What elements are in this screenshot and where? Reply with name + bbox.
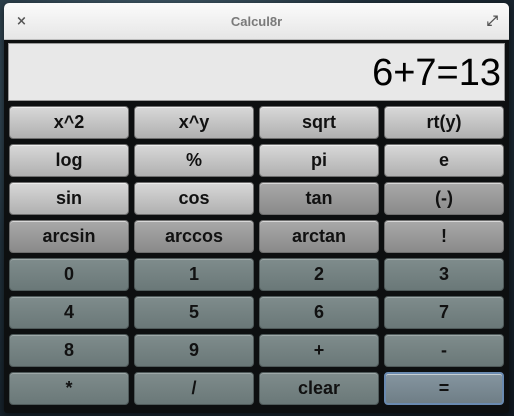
divide-button[interactable]: /	[134, 372, 254, 405]
arctan-button[interactable]: arctan	[259, 220, 379, 253]
multiply-button[interactable]: *	[9, 372, 129, 405]
sqrt-button[interactable]: sqrt	[259, 106, 379, 139]
display-text: 6+7=13	[372, 52, 501, 94]
digit-6-button[interactable]: 6	[259, 296, 379, 329]
power-button[interactable]: x^y	[134, 106, 254, 139]
minus-button[interactable]: -	[384, 334, 504, 367]
window-title: Calcul8r	[230, 14, 283, 29]
percent-button[interactable]: %	[134, 144, 254, 177]
digit-9-button[interactable]: 9	[134, 334, 254, 367]
digit-4-button[interactable]: 4	[9, 296, 129, 329]
square-button[interactable]: x^2	[9, 106, 129, 139]
keypad: x^2 x^y sqrt rt(y) log% pi e sin cos tan (-) arcsin…	[9, 106, 504, 410]
digit-5-button[interactable]: 5	[134, 296, 254, 329]
digit-2-button[interactable]: 2	[259, 258, 379, 291]
pi-button[interactable]: pi	[259, 144, 379, 177]
clear-button[interactable]: clear	[259, 372, 379, 405]
title-bar[interactable]: × Calcul8r ⤢	[4, 3, 509, 40]
digit-1-button[interactable]: 1	[134, 258, 254, 291]
log-button[interactable]: log	[9, 144, 129, 177]
e-button[interactable]: e	[384, 144, 504, 177]
factorial-button[interactable]: !	[384, 220, 504, 253]
plus-button[interactable]: +	[259, 334, 379, 367]
equals-button[interactable]: =	[384, 372, 504, 405]
sin-button[interactable]: sin	[9, 182, 129, 215]
cos-button[interactable]: cos	[134, 182, 254, 215]
calculator-window: × Calcul8r ⤢ 6+7=13 x^2 x^y sqrt rt(y) log% p…	[4, 3, 509, 413]
digit-8-button[interactable]: 8	[9, 334, 129, 367]
negate-button[interactable]: (-)	[384, 182, 504, 215]
maximize-icon[interactable]: ⤢	[487, 13, 498, 29]
tan-button[interactable]: tan	[259, 182, 379, 215]
root-y-button[interactable]: rt(y)	[384, 106, 504, 139]
result-display: 6+7=13	[8, 43, 505, 101]
digit-0-button[interactable]: 0	[9, 258, 129, 291]
arcsin-button[interactable]: arcsin	[9, 220, 129, 253]
digit-7-button[interactable]: 7	[384, 296, 504, 329]
arccos-button[interactable]: arccos	[134, 220, 254, 253]
digit-3-button[interactable]: 3	[384, 258, 504, 291]
